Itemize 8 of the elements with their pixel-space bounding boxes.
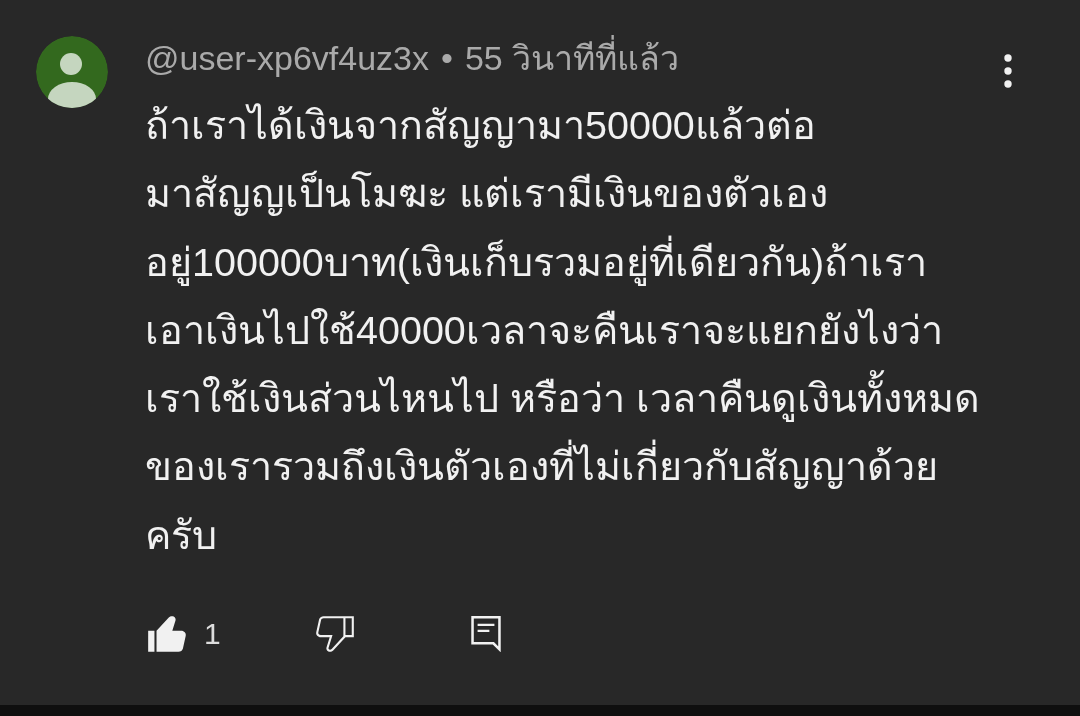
comment-text: ถ้าเราได้เงินจากสัญญามา50000แล้วต่อ มาสัญญเป็นโมฆะ แต่เรามีเงินของตัวเอง อยู่100000บาท(เงินเก็บรวมอยู่ที่เดียวกัน)ถ้าเรา เอาเงินไปใช้40000เวลาจะคืนเราจะแยกยังไงว่า เราใช้เงินส่วนไหนไป หรือว่า เวลาคืนดูเงินทั้งหมด ของเรารวมถึงเงินตัวเองที่ไม่เกี่ยวกับสัญญาด้วย ครับ [145, 102, 980, 559]
author-name[interactable]: @user-xp6vf4uz3x [145, 38, 429, 78]
more-vert-icon[interactable] [1004, 54, 1012, 88]
comment-icon[interactable] [471, 616, 501, 653]
separator-dot: • [441, 38, 453, 78]
like-button[interactable]: 1 [147, 616, 221, 653]
thumbs-down-icon[interactable] [315, 616, 355, 653]
avatar-icon [36, 36, 108, 108]
